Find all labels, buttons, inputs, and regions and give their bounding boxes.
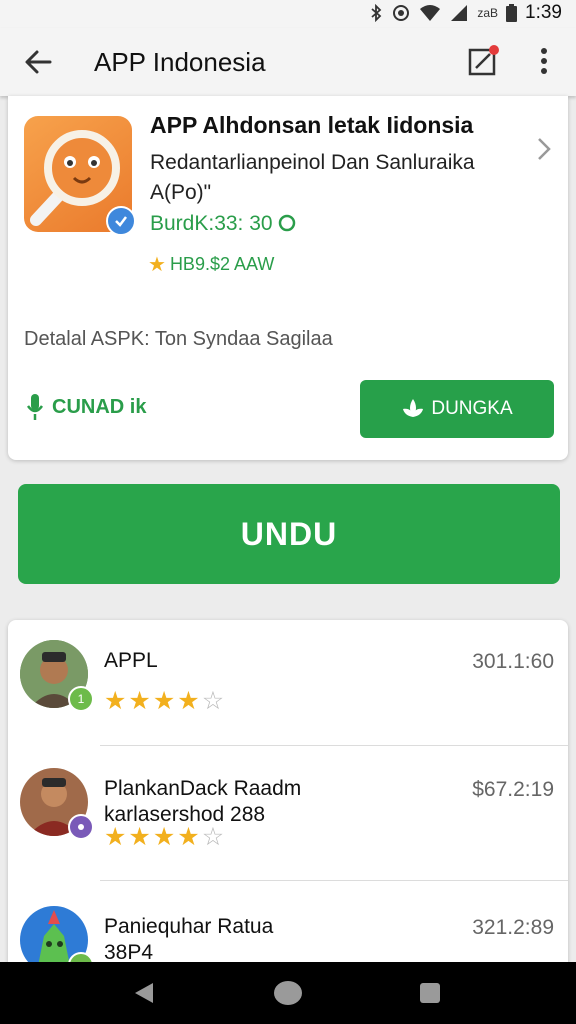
divider (100, 880, 568, 881)
review-name-line: PlankanDack Raadm (104, 777, 302, 800)
signal-icon (449, 4, 469, 22)
primary-button-label: UNDU (240, 515, 338, 552)
primary-download-button[interactable]: UNDU (18, 484, 560, 584)
verified-badge (106, 206, 136, 236)
avatar-badge (68, 814, 94, 840)
review-name-line: Paniequhar Ratua (104, 915, 274, 938)
app-card: APP Alhdonsan letak Iidonsia Redantarlia… (8, 96, 568, 460)
wifi-icon (419, 4, 441, 22)
review-stars: ★ ★ ★ ★ ☆ (104, 686, 224, 716)
edit-icon (468, 45, 499, 76)
app-bar: APP Indonesia (0, 28, 576, 96)
back-arrow-icon (25, 50, 52, 74)
app-rating-text: HB9.$2 AAW (169, 254, 275, 274)
more-options-button[interactable] (526, 40, 562, 82)
back-button[interactable] (18, 42, 58, 82)
review-name: APPL (104, 649, 158, 672)
badge-dot-icon (78, 824, 84, 830)
home-circle-icon (274, 981, 302, 1005)
nav-back-button[interactable] (124, 976, 164, 1010)
details-chevron[interactable] (536, 136, 552, 167)
review-amount: 321.2:89 (472, 916, 554, 939)
list-item[interactable]: 1 APPL ★ ★ ★ ★ ☆ 301.1:60 (8, 620, 568, 750)
review-amount: 301.1:60 (472, 650, 554, 673)
app-price: BurdK:33: 30 (150, 212, 296, 236)
list-item[interactable]: PlankanDack Raadm karlasershod 288 ★ ★ ★ ★ ☆… (8, 748, 568, 878)
star-empty-icon: ☆ (201, 823, 225, 851)
install-button[interactable]: DUNGKA (360, 380, 554, 438)
status-icons: zaB 1:39 (369, 2, 562, 24)
star-filled-icon: ★ (177, 823, 200, 851)
nav-recents-button[interactable] (410, 976, 450, 1010)
star-filled-icon: ★ (152, 823, 176, 851)
nav-home-button[interactable] (268, 976, 308, 1010)
review-amount: $67.2:19 (472, 778, 554, 801)
app-detail: Detalal ASPK: Ton Syndaa Sagilaa (24, 328, 333, 350)
star-filled-icon: ★ (152, 687, 176, 715)
app-price-text: BurdK:33: 30 (150, 212, 273, 235)
star-filled-icon: ★ (104, 823, 127, 851)
star-empty-icon: ☆ (201, 687, 225, 715)
reviews-list: 1 APPL ★ ★ ★ ★ ☆ 301.1:60 PlankanDack Raadm … (8, 620, 568, 980)
leaf-icon (403, 399, 424, 417)
review-name: Paniequhar Ratua 38P4 (104, 914, 273, 966)
system-nav-bar (0, 962, 576, 1024)
star-icon: ★ (148, 254, 166, 276)
download-link-label: CUNAD ik (52, 395, 147, 418)
back-triangle-icon (135, 983, 153, 1003)
battery-icon (506, 4, 518, 22)
mic-icon (26, 394, 44, 420)
install-button-label: DUNGKA (431, 398, 513, 419)
page-title: APP Indonesia (94, 47, 266, 77)
edit-button[interactable] (462, 40, 504, 82)
download-link[interactable]: CUNAD ik (26, 392, 146, 422)
star-filled-icon: ★ (104, 687, 127, 715)
status-bar: zaB 1:39 (0, 0, 576, 28)
vibrate-icon (391, 4, 411, 22)
app-rating: ★ HB9.$2 AAW (148, 252, 274, 277)
star-filled-icon: ★ (177, 687, 200, 715)
bluetooth-icon (369, 4, 383, 22)
app-description: Redantarlianpeinol Dan Sanluraika A(Po)" (150, 151, 475, 204)
app-name: APP Alhdonsan letak Iidonsia (150, 112, 474, 138)
clock-icon (279, 214, 296, 232)
avatar-badge: 1 (68, 686, 94, 712)
network-label: zaB (477, 6, 499, 20)
star-filled-icon: ★ (128, 687, 151, 715)
status-time: 1:39 (525, 2, 562, 23)
more-vert-icon (541, 48, 547, 74)
chevron-right-icon (538, 138, 551, 160)
check-icon (115, 216, 127, 227)
star-filled-icon: ★ (128, 823, 151, 851)
review-name: PlankanDack Raadm karlasershod 288 (104, 776, 301, 828)
review-stars: ★ ★ ★ ★ ☆ (104, 822, 224, 852)
divider (100, 745, 568, 746)
recents-square-icon (420, 983, 440, 1003)
